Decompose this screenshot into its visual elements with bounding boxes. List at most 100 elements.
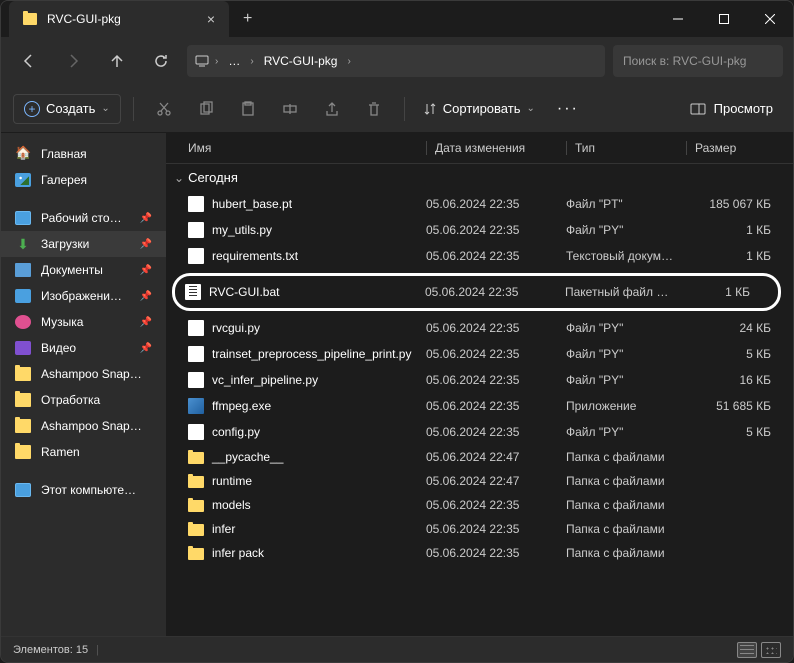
view-label: Просмотр bbox=[714, 101, 773, 116]
up-button[interactable] bbox=[99, 43, 135, 79]
file-row[interactable]: __pycache__ 05.06.2024 22:47 Папка с фай… bbox=[166, 445, 793, 469]
navbar: › … › RVC-GUI-pkg › Поиск в: RVC-GUI-pkg bbox=[1, 37, 793, 85]
document-icon bbox=[15, 263, 31, 277]
file-name: rvcgui.py bbox=[212, 321, 260, 335]
exe-icon bbox=[188, 398, 204, 414]
file-date: 05.06.2024 22:35 bbox=[426, 399, 566, 413]
close-tab-icon[interactable]: × bbox=[207, 11, 215, 27]
file-row[interactable]: my_utils.py 05.06.2024 22:35 Файл "PY" 1… bbox=[166, 217, 793, 243]
separator bbox=[404, 97, 405, 121]
file-date: 05.06.2024 22:35 bbox=[426, 321, 566, 335]
delete-button[interactable] bbox=[356, 93, 392, 125]
sidebar-item-ashampoo1[interactable]: Ashampoo Snap… bbox=[1, 361, 166, 387]
forward-button[interactable] bbox=[55, 43, 91, 79]
file-row[interactable]: infer pack 05.06.2024 22:35 Папка с файл… bbox=[166, 541, 793, 565]
share-button[interactable] bbox=[314, 93, 350, 125]
copy-button[interactable] bbox=[188, 93, 224, 125]
file-type: Папка с файлами bbox=[566, 474, 686, 488]
folder-icon bbox=[188, 452, 204, 464]
file-icon bbox=[188, 248, 204, 264]
sidebar-item-documents[interactable]: Документы📌 bbox=[1, 257, 166, 283]
sidebar-item-desktop[interactable]: Рабочий сто…📌 bbox=[1, 205, 166, 231]
sidebar-item-video[interactable]: Видео📌 bbox=[1, 335, 166, 361]
gallery-icon bbox=[15, 173, 31, 187]
file-row[interactable]: infer 05.06.2024 22:35 Папка с файлами bbox=[166, 517, 793, 541]
file-size: 51 685 КБ bbox=[686, 399, 793, 413]
new-tab-button[interactable]: + bbox=[229, 10, 266, 28]
chevron-down-icon: ⌄ bbox=[101, 103, 109, 114]
pc-icon bbox=[15, 483, 31, 497]
file-size: 1 КБ bbox=[686, 223, 793, 237]
sidebar-item-otrabotka[interactable]: Отработка bbox=[1, 387, 166, 413]
sidebar-item-downloads[interactable]: ⬇Загрузки📌 bbox=[1, 231, 166, 257]
breadcrumb-folder[interactable]: RVC-GUI-pkg bbox=[260, 54, 342, 68]
sidebar-item-ashampoo2[interactable]: Ashampoo Snap… bbox=[1, 413, 166, 439]
grid-view-button[interactable] bbox=[761, 642, 781, 658]
file-name: ffmpeg.exe bbox=[212, 399, 271, 413]
minimize-button[interactable] bbox=[655, 1, 701, 37]
separator bbox=[133, 97, 134, 121]
file-icon bbox=[188, 424, 204, 440]
sidebar-item-gallery[interactable]: Галерея bbox=[1, 167, 166, 193]
sidebar-item-home[interactable]: Главная bbox=[1, 141, 166, 167]
file-row[interactable]: RVC-GUI.bat 05.06.2024 22:35 Пакетный фа… bbox=[172, 273, 781, 311]
file-row[interactable]: requirements.txt 05.06.2024 22:35 Тексто… bbox=[166, 243, 793, 269]
file-size: 24 КБ bbox=[686, 321, 793, 335]
folder-icon bbox=[23, 13, 37, 25]
back-button[interactable] bbox=[11, 43, 47, 79]
file-list: Сегодня hubert_base.pt 05.06.2024 22:35 … bbox=[166, 164, 793, 636]
sidebar-item-thispc[interactable]: Этот компьюте… bbox=[1, 477, 166, 503]
video-icon bbox=[15, 341, 31, 355]
paste-button[interactable] bbox=[230, 93, 266, 125]
column-date[interactable]: Дата изменения bbox=[426, 141, 566, 155]
file-type: Пакетный файл … bbox=[565, 285, 685, 299]
file-type: Файл "PY" bbox=[566, 347, 686, 361]
list-view-button[interactable] bbox=[737, 642, 757, 658]
file-row[interactable]: trainset_preprocess_pipeline_print.py 05… bbox=[166, 341, 793, 367]
search-input[interactable]: Поиск в: RVC-GUI-pkg bbox=[613, 45, 783, 77]
file-row[interactable]: ffmpeg.exe 05.06.2024 22:35 Приложение 5… bbox=[166, 393, 793, 419]
sidebar-item-ramen[interactable]: Ramen bbox=[1, 439, 166, 465]
refresh-button[interactable] bbox=[143, 43, 179, 79]
file-date: 05.06.2024 22:35 bbox=[426, 373, 566, 387]
breadcrumb[interactable]: › … › RVC-GUI-pkg › bbox=[187, 45, 605, 77]
download-icon: ⬇ bbox=[15, 237, 31, 251]
sidebar-item-music[interactable]: Музыка📌 bbox=[1, 309, 166, 335]
cut-button[interactable] bbox=[146, 93, 182, 125]
file-row[interactable]: rvcgui.py 05.06.2024 22:35 Файл "PY" 24 … bbox=[166, 315, 793, 341]
file-size: 5 КБ bbox=[686, 347, 793, 361]
file-type: Файл "PY" bbox=[566, 373, 686, 387]
home-icon bbox=[15, 147, 31, 161]
folder-icon bbox=[188, 500, 204, 512]
file-row[interactable]: models 05.06.2024 22:35 Папка с файлами bbox=[166, 493, 793, 517]
search-placeholder: Поиск в: RVC-GUI-pkg bbox=[623, 54, 746, 68]
file-row[interactable]: config.py 05.06.2024 22:35 Файл "PY" 5 К… bbox=[166, 419, 793, 445]
sort-button[interactable]: Сортировать ⌄ bbox=[417, 101, 541, 116]
view-mode-icons bbox=[737, 642, 781, 658]
maximize-button[interactable] bbox=[701, 1, 747, 37]
sort-label: Сортировать bbox=[443, 101, 521, 116]
breadcrumb-dots[interactable]: … bbox=[224, 54, 244, 68]
file-row[interactable]: vc_infer_pipeline.py 05.06.2024 22:35 Фа… bbox=[166, 367, 793, 393]
tab-current[interactable]: RVC-GUI-pkg × bbox=[9, 1, 229, 37]
file-type: Папка с файлами bbox=[566, 546, 686, 560]
view-button[interactable]: Просмотр bbox=[682, 101, 781, 117]
file-row[interactable]: hubert_base.pt 05.06.2024 22:35 Файл "PT… bbox=[166, 191, 793, 217]
column-name[interactable]: Имя bbox=[166, 141, 426, 155]
rename-button[interactable] bbox=[272, 93, 308, 125]
group-header[interactable]: Сегодня bbox=[166, 164, 793, 191]
file-row[interactable]: runtime 05.06.2024 22:47 Папка с файлами bbox=[166, 469, 793, 493]
folder-icon bbox=[188, 476, 204, 488]
file-name: infer bbox=[212, 522, 235, 536]
sidebar-item-images[interactable]: Изображени…📌 bbox=[1, 283, 166, 309]
monitor-icon bbox=[195, 54, 209, 68]
file-name: infer pack bbox=[212, 546, 264, 560]
bat-icon bbox=[185, 284, 201, 300]
music-icon bbox=[15, 315, 31, 329]
create-button[interactable]: + Создать ⌄ bbox=[13, 94, 121, 124]
column-type[interactable]: Тип bbox=[566, 141, 686, 155]
more-button[interactable]: ··· bbox=[547, 100, 589, 118]
file-icon bbox=[188, 346, 204, 362]
close-button[interactable] bbox=[747, 1, 793, 37]
column-size[interactable]: Размер bbox=[686, 141, 793, 155]
